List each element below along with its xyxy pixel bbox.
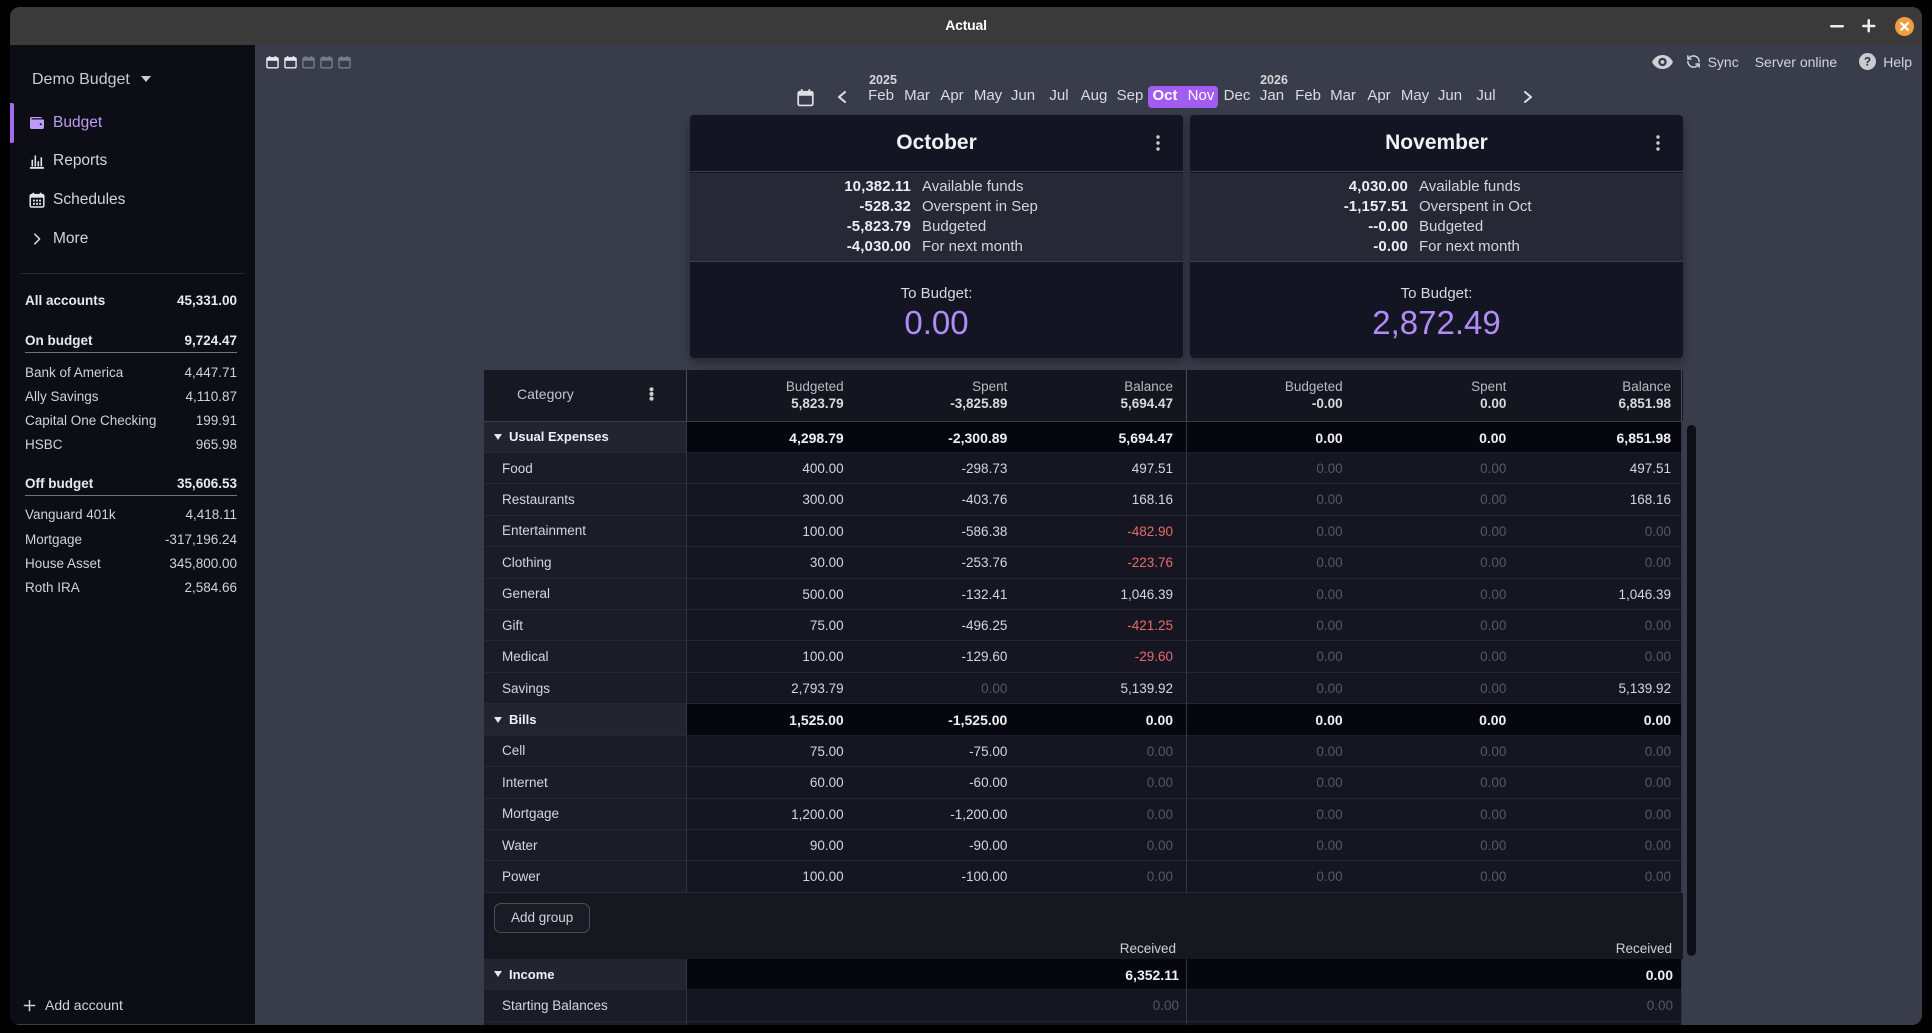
- svg-text:?: ?: [1864, 57, 1871, 69]
